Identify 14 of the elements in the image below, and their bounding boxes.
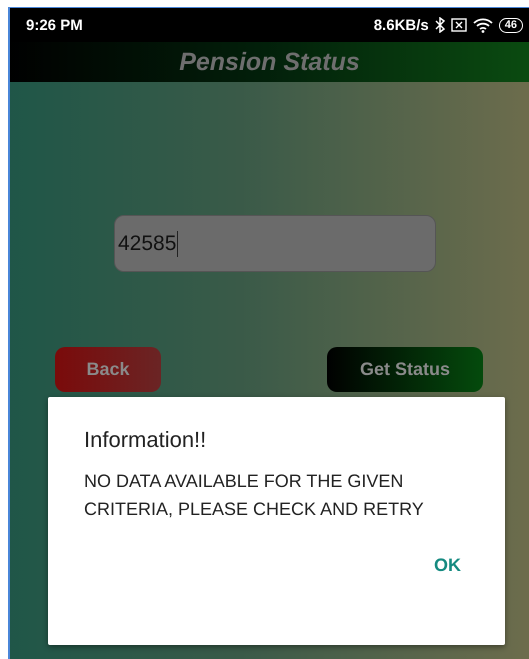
bluetooth-icon	[434, 17, 445, 33]
text-cursor	[177, 230, 178, 256]
dialog-title: Information!!	[84, 427, 208, 453]
dialog-message: NO DATA AVAILABLE FOR THE GIVEN CRITERIA, PLEASE CHECK AND RETRY	[84, 470, 425, 521]
network-speed: 8.6KB/s	[374, 16, 429, 34]
input-field[interactable]: 42585	[114, 215, 436, 272]
get-status-button[interactable]: Get Status	[327, 347, 483, 392]
app-title: Pension Status	[179, 48, 360, 76]
ok-button[interactable]: OK	[430, 551, 465, 580]
status-time: 9:26 PM	[26, 16, 83, 34]
back-button[interactable]: Back	[55, 347, 161, 392]
battery-level: 46	[498, 18, 523, 32]
wifi-icon	[472, 17, 493, 33]
sim-x-icon	[450, 18, 467, 32]
